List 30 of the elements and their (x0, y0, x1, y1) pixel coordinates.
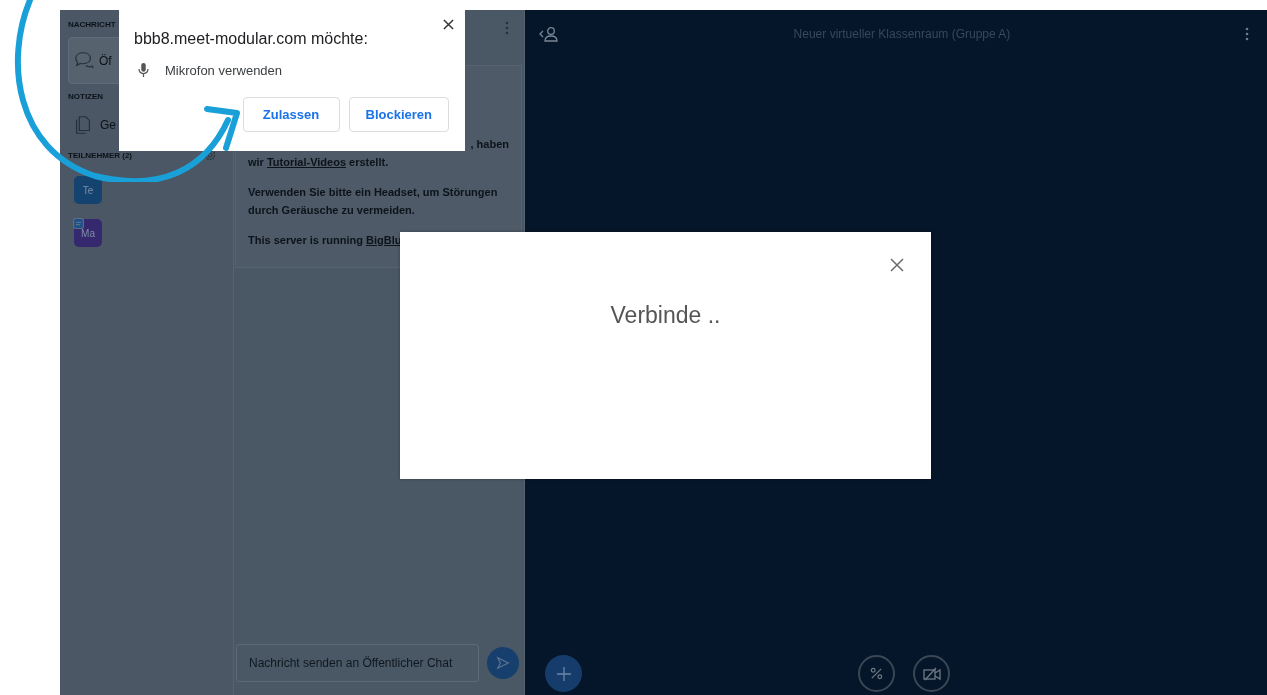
permission-text: Mikrofon verwenden (165, 62, 283, 78)
user-avatar[interactable]: Ma (74, 219, 102, 247)
plus-icon (555, 665, 572, 682)
popup-title: bbb8.meet-modular.com möchte: (134, 30, 369, 48)
tutorial-link[interactable]: Tutorial-Videos (266, 156, 346, 168)
microphone-icon (138, 62, 149, 78)
message-input-field[interactable]: Nachricht senden an Öffentlicher Chat (236, 644, 479, 682)
user-list-toggle-icon[interactable] (539, 26, 559, 42)
permission-button[interactable]: Zulassen (242, 97, 340, 132)
settings-icon[interactable] (204, 149, 216, 161)
close-icon[interactable] (443, 19, 454, 30)
audio-off-icon (869, 666, 884, 681)
shared-notes-item[interactable]: Ge (68, 113, 120, 137)
more-options-icon[interactable] (1245, 27, 1249, 41)
welcome-text: wir Tutorial-Videos erstellt. (248, 155, 390, 170)
section-heading: NOTIZEN (68, 92, 104, 101)
user-avatar[interactable]: Te (74, 176, 102, 204)
audio-button[interactable] (858, 655, 895, 692)
permission-button[interactable]: Blockieren (348, 97, 449, 132)
actions-button[interactable] (545, 655, 582, 692)
server-link[interactable]: BigBlu (366, 234, 402, 246)
camera-off-icon (922, 666, 941, 681)
section-heading: TEILNEHMER (2) (68, 150, 132, 160)
connecting-message: Verbinde .. (609, 302, 722, 329)
camera-button[interactable] (913, 655, 950, 692)
welcome-text: , haben (469, 137, 509, 152)
send-icon (496, 656, 510, 670)
section-heading: NACHRICHT (68, 20, 116, 29)
chat-badge-icon (73, 218, 84, 229)
headset-note: Verwenden Sie bitte ein Headset, um Störungen durch Geräusche zu vermeiden. (248, 185, 499, 218)
